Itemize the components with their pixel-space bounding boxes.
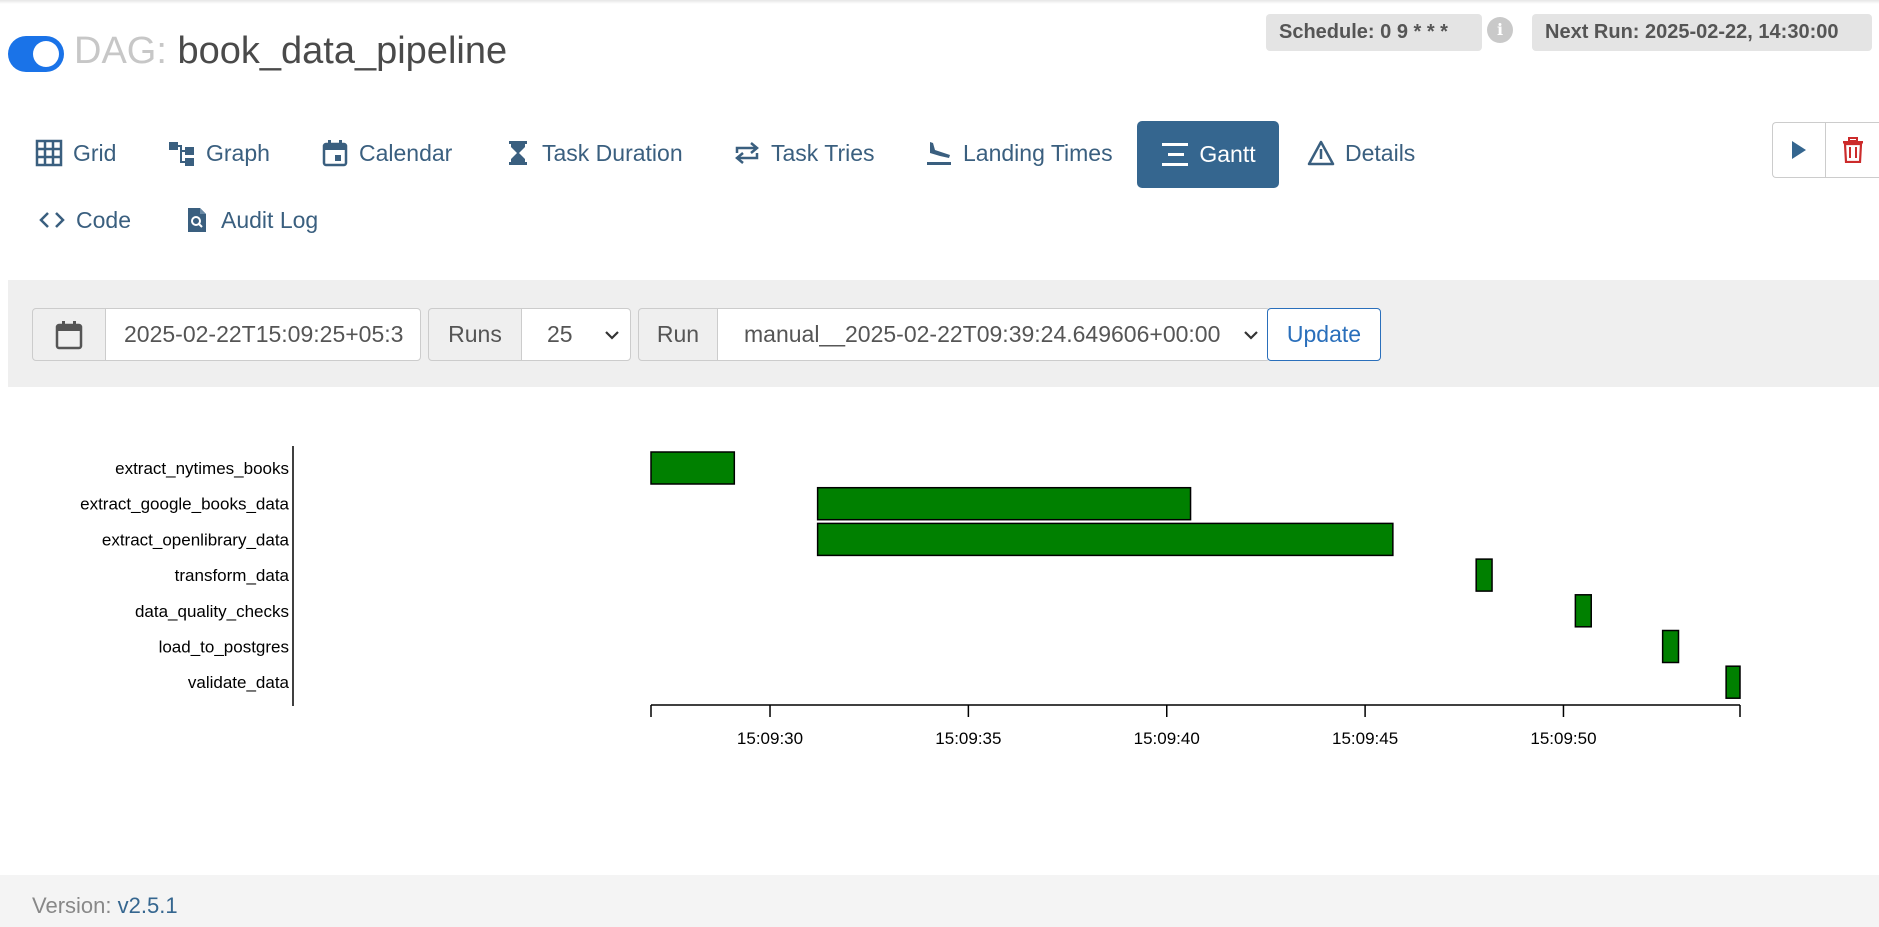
version-link[interactable]: v2.5.1 [118,893,178,918]
run-value: manual__2025-02-22T09:39:24.649606+00:00 [744,321,1221,347]
task-bar[interactable] [816,522,1394,557]
tab-graph[interactable]: Graph [167,133,270,173]
tab-details[interactable]: Details [1306,133,1415,173]
tab-task-duration-label: Task Duration [542,139,683,166]
trigger-dag-button[interactable] [1773,123,1826,177]
app-root: DAG: book_data_pipeline Schedule: 0 9 * … [0,0,1879,927]
tab-grid[interactable]: Grid [34,133,116,173]
tab-graph-label: Graph [206,139,270,166]
tab-code[interactable]: Code [37,200,131,240]
tab-details-label: Details [1345,139,1416,166]
task-label: extract_google_books_data [80,495,289,514]
tab-task-duration[interactable]: Task Duration [503,133,683,173]
grid-icon [34,138,64,168]
toggle-knob [33,41,59,67]
runs-select[interactable]: 25 [521,308,631,361]
gantt-chart: extract_nytimes_books extract_google_book… [80,446,1741,748]
calendar-icon [55,320,83,349]
task-bar[interactable] [650,451,736,485]
schedule-badge: Schedule: 0 9 * * * [1266,14,1482,51]
footer: Version: v2.5.1 [0,875,1879,927]
page-title: DAG: book_data_pipeline [74,29,507,73]
tab-gantt[interactable]: Gantt [1137,121,1279,188]
task-bar[interactable] [1475,558,1493,592]
x-tick-label: 15:09:40 [1134,729,1200,748]
gantt-icon [1160,140,1190,170]
task-label: validate_data [188,673,290,692]
tab-code-label: Code [76,206,131,233]
trash-icon [1842,137,1863,163]
task-label: transform_data [175,566,290,585]
hourglass-icon [503,138,533,168]
info-icon[interactable]: i [1487,17,1513,43]
tab-audit-log-label: Audit Log [221,206,319,233]
tab-calendar[interactable]: Calendar [320,133,452,173]
calendar-icon [320,138,350,168]
filter-bar: 2025-02-22T15:09:25+05:3 Runs 25 Run man… [8,280,1879,387]
tab-audit-log[interactable]: Audit Log [182,200,318,240]
update-button[interactable]: Update [1267,308,1381,361]
task-label: load_to_postgres [159,638,289,657]
task-label: data_quality_checks [135,602,289,621]
task-bar[interactable] [1661,629,1680,664]
tab-landing-times[interactable]: Landing Times [924,133,1113,173]
dag-pause-toggle[interactable] [8,36,64,72]
task-bar[interactable] [1725,665,1741,699]
runs-value: 25 [547,321,573,347]
tab-landing-times-label: Landing Times [963,139,1113,166]
plane-landing-icon [924,138,954,168]
version-label: Version: [32,893,112,918]
chevron-down-icon [1244,331,1258,340]
dag-actions [1772,122,1879,178]
repeat-icon [732,138,762,168]
base-date-input[interactable]: 2025-02-22T15:09:25+05:3 [105,308,421,361]
next-run-badge: Next Run: 2025-02-22, 14:30:00 [1532,14,1872,51]
version-info: Version: v2.5.1 [32,893,178,919]
task-label: extract_openlibrary_data [102,530,290,549]
chevron-down-icon [605,331,619,340]
x-tick-label: 15:09:35 [935,729,1001,748]
code-icon [37,205,67,235]
runs-label: Runs [428,308,522,361]
x-tick-label: 15:09:50 [1530,729,1596,748]
task-bar[interactable] [816,486,1192,521]
tab-task-tries-label: Task Tries [771,139,875,166]
dag-name: book_data_pipeline [177,30,508,72]
play-icon [1792,141,1806,159]
tab-calendar-label: Calendar [359,139,453,166]
file-search-icon [182,205,212,235]
tab-grid-label: Grid [73,139,117,166]
task-label: extract_nytimes_books [115,459,289,478]
task-bars [650,451,1741,699]
warning-triangle-icon [1306,138,1336,168]
delete-dag-button[interactable] [1826,123,1879,177]
top-edge [0,0,1879,4]
x-tick-label: 15:09:45 [1332,729,1398,748]
run-select[interactable]: manual__2025-02-22T09:39:24.649606+00:00 [717,308,1270,361]
x-axis: 15:09:30 15:09:35 15:09:40 15:09:45 15:09:50 [650,704,1741,748]
task-bar[interactable] [1574,594,1592,628]
run-label: Run [638,308,718,361]
tab-gantt-label: Gantt [1199,141,1256,167]
date-picker-button[interactable] [32,308,106,361]
dag-prefix: DAG: [74,30,167,72]
task-labels: extract_nytimes_books extract_google_book… [80,459,289,692]
graph-icon [167,138,197,168]
x-tick-label: 15:09:30 [737,729,803,748]
tab-task-tries[interactable]: Task Tries [732,133,875,173]
